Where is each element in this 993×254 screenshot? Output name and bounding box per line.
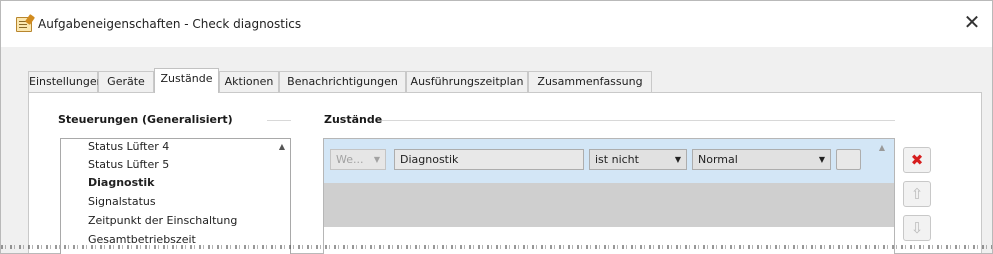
task-properties-dialog: Aufgabeneigenschaften - Check diagnostic… [0, 0, 993, 254]
value-options-button[interactable] [836, 149, 861, 170]
tab-einstellungen[interactable]: Einstellungen [28, 71, 104, 92]
list-item[interactable]: Zeitpunkt der Einschaltung [88, 214, 237, 227]
delete-button[interactable]: ✖ [903, 147, 931, 173]
value-combo-value: Normal [698, 153, 738, 166]
state-row-empty [324, 183, 894, 227]
list-item[interactable]: Status Lüfter 4 [88, 140, 169, 153]
tab-pane-states: Steuerungen (Generalisiert) Status Lüfte… [28, 92, 982, 254]
operator-combo[interactable]: ist nicht ▼ [589, 149, 687, 170]
logic-combo: We... ▼ [330, 149, 386, 170]
chevron-down-icon: ▼ [373, 155, 380, 164]
screenshot-noise [1, 245, 992, 249]
tab-aktionen[interactable]: Aktionen [219, 71, 279, 92]
tab-zusammenfassung[interactable]: Zusammenfassung [528, 71, 652, 92]
window-title: Aufgabeneigenschaften - Check diagnostic… [38, 17, 302, 31]
states-panel: We... ▼ Diagnostik ist nicht ▼ Normal ▼ [323, 138, 895, 254]
state-row[interactable]: We... ▼ Diagnostik ist nicht ▼ Normal ▼ [324, 139, 894, 183]
delete-icon: ✖ [910, 151, 924, 169]
operator-combo-value: ist nicht [595, 153, 639, 166]
list-item[interactable]: Diagnostik [88, 176, 154, 189]
task-properties-icon [16, 17, 32, 32]
states-group-rule [382, 120, 895, 121]
move-down-icon: ⇩ [910, 219, 924, 237]
chevron-down-icon: ▼ [818, 155, 825, 164]
move-up-icon: ⇧ [910, 185, 924, 203]
close-icon[interactable]: ✕ [959, 9, 985, 35]
value-combo[interactable]: Normal ▼ [692, 149, 831, 170]
dialog-body: Steuerungen (Generalisiert) Status Lüfte… [1, 47, 992, 254]
tab-geraete[interactable]: Geräte [98, 71, 154, 92]
tab-benachrichtigungen[interactable]: Benachrichtigungen [279, 71, 406, 92]
chevron-down-icon: ▼ [674, 155, 681, 164]
tab-ausfuehrungszeitplan[interactable]: Ausführungszeitplan [406, 71, 528, 92]
move-up-button[interactable]: ⇧ [903, 181, 931, 207]
title-bar: Aufgabeneigenschaften - Check diagnostic… [1, 1, 992, 47]
states-group-label: Zustände [324, 113, 383, 126]
controls-group-rule [267, 120, 291, 121]
control-field-value: Diagnostik [400, 153, 459, 166]
controls-list[interactable]: Status Lüfter 4 Status Lüfter 5 Diagnost… [60, 138, 291, 254]
list-item[interactable]: Status Lüfter 5 [88, 158, 169, 171]
chevron-up-icon[interactable]: ▲ [875, 141, 889, 155]
controls-group-label: Steuerungen (Generalisiert) [58, 113, 233, 126]
move-down-button[interactable]: ⇩ [903, 215, 931, 241]
tab-zustaende[interactable]: Zustände [154, 68, 219, 93]
control-field[interactable]: Diagnostik [394, 149, 584, 170]
logic-combo-value: We... [336, 153, 364, 166]
chevron-up-icon[interactable]: ▲ [276, 141, 288, 153]
list-item[interactable]: Signalstatus [88, 195, 156, 208]
